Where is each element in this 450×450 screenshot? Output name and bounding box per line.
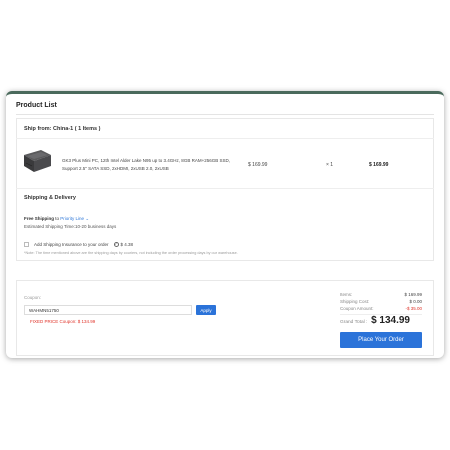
coupon-amount-value: -$ 35.00 (405, 306, 422, 311)
grand-total-value: $ 134.99 (371, 315, 410, 326)
free-shipping-label: Free Shipping (24, 216, 55, 221)
checkout-card: Product List Ship from: China-1 ( 1 Item… (6, 91, 444, 358)
shipping-estimate: Estimated Shipping Time:10-20 business d… (24, 224, 117, 229)
ship-from-label: Ship from: China-1 ( 1 Items ) (24, 126, 101, 132)
product-name[interactable]: GK3 Plus Mini PC, 12th Intel Alder Lake … (62, 157, 232, 173)
insurance-label[interactable]: Add Shipping Insurance to your order (34, 242, 109, 247)
product-thumbnail (24, 150, 51, 172)
summary-items-row: Items: $ 169.99 (340, 292, 422, 299)
summary-coupon-row: Coupon Amount: -$ 35.00 (340, 306, 422, 313)
divider (16, 138, 434, 139)
coupon-amount-label: Coupon Amount: (340, 306, 374, 311)
mini-pc-image[interactable] (20, 146, 54, 176)
items-value: $ 169.99 (404, 292, 422, 297)
chevron-down-icon[interactable]: ⌄ (85, 216, 89, 221)
shipping-method-select[interactable]: Priority Line (60, 216, 84, 221)
insurance-checkbox[interactable] (24, 241, 29, 247)
shipping-method-line: Free Shipping to Priority Line ⌄ (24, 216, 89, 222)
apply-button[interactable]: Apply (196, 305, 216, 315)
shield-icon: ✓ (113, 241, 119, 247)
divider (16, 188, 434, 189)
items-label: Items: (340, 292, 353, 297)
divider (16, 114, 434, 115)
insurance-row: Add Shipping Insurance to your order ✓ $… (24, 240, 133, 248)
grand-total-label: Grand Total : (340, 320, 368, 325)
summary-shipping-row: Shipping Cost: $ 0.00 (340, 299, 422, 306)
page-title: Product List (16, 102, 57, 109)
shipping-note: *Note: The time mentioned above are the … (24, 251, 238, 255)
line-total: $ 169.99 (369, 162, 389, 168)
coupon-input[interactable] (24, 305, 192, 315)
shipping-cost-label: Shipping Cost: (340, 299, 370, 304)
place-order-button[interactable]: Place Your Order (340, 332, 422, 348)
shipping-title: Shipping & Delivery (24, 195, 76, 201)
unit-price: $ 169.99 (248, 162, 268, 168)
shipping-cost-value: $ 0.00 (409, 299, 422, 304)
coupon-label: Coupon: (24, 295, 42, 300)
quantity: × 1 (326, 162, 334, 168)
insurance-price: $ 4.38 (120, 241, 134, 247)
fixed-price-coupon-text: FIXED PRICE Coupon: $ 134.99 (30, 319, 96, 324)
